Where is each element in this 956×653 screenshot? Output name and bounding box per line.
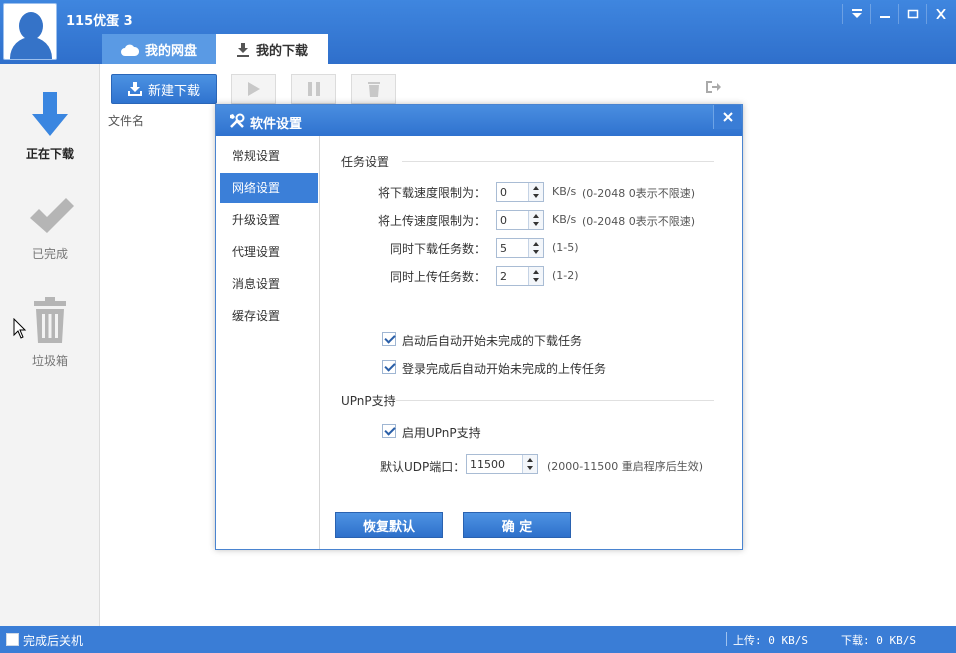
delete-button[interactable] [351, 74, 396, 104]
stepper-arrows[interactable] [528, 239, 543, 257]
section-upnp: UPnP支持 [341, 394, 396, 408]
download-limit-label: 将下载速度限制为： [377, 186, 486, 200]
download-icon [127, 82, 142, 96]
status-bar: 完成后关机 上传: 0 KB/S 下载: 0 KB/S [0, 626, 956, 653]
enable-upnp-label: 启用UPnP支持 [402, 426, 481, 440]
stepper-value: 2 [500, 270, 507, 283]
concurrent-uploads-stepper[interactable]: 2 [496, 266, 544, 286]
tab-label: 我的网盘 [144, 44, 197, 59]
udp-port-label: 默认UDP端口： [380, 460, 466, 474]
enable-upnp-checkbox[interactable] [382, 424, 396, 438]
stepper-arrows[interactable] [522, 455, 537, 473]
nav-cache-settings[interactable]: 缓存设置 [220, 301, 318, 331]
divider [402, 161, 714, 162]
stepper-arrows[interactable] [528, 267, 543, 285]
restore-defaults-button[interactable]: 恢复默认 [335, 512, 443, 538]
udp-port-hint: (2000-11500 重启程序后生效) [547, 460, 704, 473]
stepper-arrows[interactable] [528, 211, 543, 229]
section-task-settings: 任务设置 [341, 155, 390, 169]
upload-limit-label: 将上传速度限制为： [377, 214, 486, 228]
column-header-filename[interactable]: 文件名 [108, 112, 144, 129]
upload-limit-stepper[interactable]: 0 [496, 210, 544, 230]
dialog-title: 软件设置 [250, 117, 303, 132]
sidebar: 正在下载 已完成 垃圾箱 [0, 64, 100, 626]
sidebar-item-label: 垃圾箱 [31, 354, 68, 368]
username: 115优蛋 3 [66, 14, 133, 29]
sidebar-item-label: 正在下载 [25, 147, 74, 161]
concurrent-uploads-label: 同时上传任务数： [389, 270, 486, 284]
dialog-title-bar: 软件设置 [216, 105, 742, 136]
dialog-close-button[interactable] [713, 105, 741, 129]
title-bar: 115优蛋 3 我的网盘 我的下载 [0, 0, 956, 65]
pause-button[interactable] [291, 74, 336, 104]
stepper-value: 11500 [470, 458, 505, 471]
maximize-icon[interactable] [898, 4, 926, 24]
new-download-button[interactable]: 新建下载 [111, 74, 217, 104]
avatar[interactable] [3, 3, 57, 60]
nav-upgrade-settings[interactable]: 升级设置 [220, 205, 318, 235]
cloud-icon [120, 44, 139, 56]
upload-speed: 上传: 0 KB/S [733, 634, 808, 647]
download-limit-stepper[interactable]: 0 [496, 182, 544, 202]
concurrent-downloads-stepper[interactable]: 5 [496, 238, 544, 258]
shutdown-after-complete-label: 完成后关机 [23, 634, 84, 648]
tools-icon [230, 113, 245, 128]
udp-port-stepper[interactable]: 11500 [466, 454, 538, 474]
menu-dropdown-icon[interactable] [842, 4, 870, 24]
close-icon[interactable] [926, 4, 954, 24]
download-icon [236, 42, 249, 57]
concurrent-downloads-label: 同时下载任务数： [389, 242, 486, 256]
sidebar-item-downloading[interactable]: 正在下载 [0, 92, 100, 162]
trash-icon [34, 297, 66, 343]
download-speed: 下载: 0 KB/S [841, 634, 916, 647]
nav-proxy-settings[interactable]: 代理设置 [220, 237, 318, 267]
new-download-label: 新建下载 [147, 83, 200, 99]
play-icon [247, 82, 260, 96]
download-limit-hint: (0-2048 0表示不限速) [582, 187, 696, 200]
divider [726, 632, 727, 646]
auto-start-uploads-checkbox[interactable] [382, 360, 396, 374]
nav-message-settings[interactable]: 消息设置 [220, 269, 318, 299]
upload-limit-unit: KB/s [552, 213, 577, 226]
minimize-icon[interactable] [870, 4, 898, 24]
auto-start-downloads-checkbox[interactable] [382, 332, 396, 346]
stepper-value: 0 [500, 186, 507, 199]
mouse-cursor-icon [13, 317, 27, 343]
auto-start-uploads-label: 登录完成后自动开始未完成的上传任务 [402, 362, 607, 376]
download-arrow-icon [32, 92, 68, 136]
auto-start-downloads-label: 启动后自动开始未完成的下载任务 [402, 334, 583, 348]
exit-icon[interactable] [705, 80, 721, 97]
tab-my-downloads[interactable]: 我的下载 [216, 34, 328, 65]
divider [396, 400, 714, 401]
download-limit-unit: KB/s [552, 185, 577, 198]
concurrent-uploads-hint: (1-2) [552, 269, 579, 282]
stepper-value: 5 [500, 242, 507, 255]
check-icon [30, 198, 74, 233]
shutdown-after-complete-checkbox[interactable] [6, 633, 19, 646]
window-controls [842, 4, 954, 24]
tab-my-netdisk[interactable]: 我的网盘 [102, 34, 216, 65]
nav-general-settings[interactable]: 常规设置 [220, 141, 318, 171]
sidebar-item-label: 已完成 [31, 247, 68, 261]
ok-button[interactable]: 确 定 [463, 512, 571, 538]
stepper-value: 0 [500, 214, 507, 227]
nav-network-settings[interactable]: 网络设置 [220, 173, 318, 203]
tab-label: 我的下载 [255, 44, 308, 59]
start-button[interactable] [231, 74, 276, 104]
close-icon [722, 112, 733, 122]
trash-icon [367, 82, 380, 97]
settings-nav: 常规设置 网络设置 升级设置 代理设置 消息设置 缓存设置 [216, 136, 320, 549]
concurrent-downloads-hint: (1-5) [552, 241, 579, 254]
upload-limit-hint: (0-2048 0表示不限速) [582, 215, 696, 228]
pause-icon [307, 82, 320, 96]
stepper-arrows[interactable] [528, 183, 543, 201]
settings-dialog: 软件设置 常规设置 网络设置 升级设置 代理设置 消息设置 缓存设置 任务设置 … [215, 104, 743, 550]
sidebar-item-completed[interactable]: 已完成 [0, 198, 100, 262]
